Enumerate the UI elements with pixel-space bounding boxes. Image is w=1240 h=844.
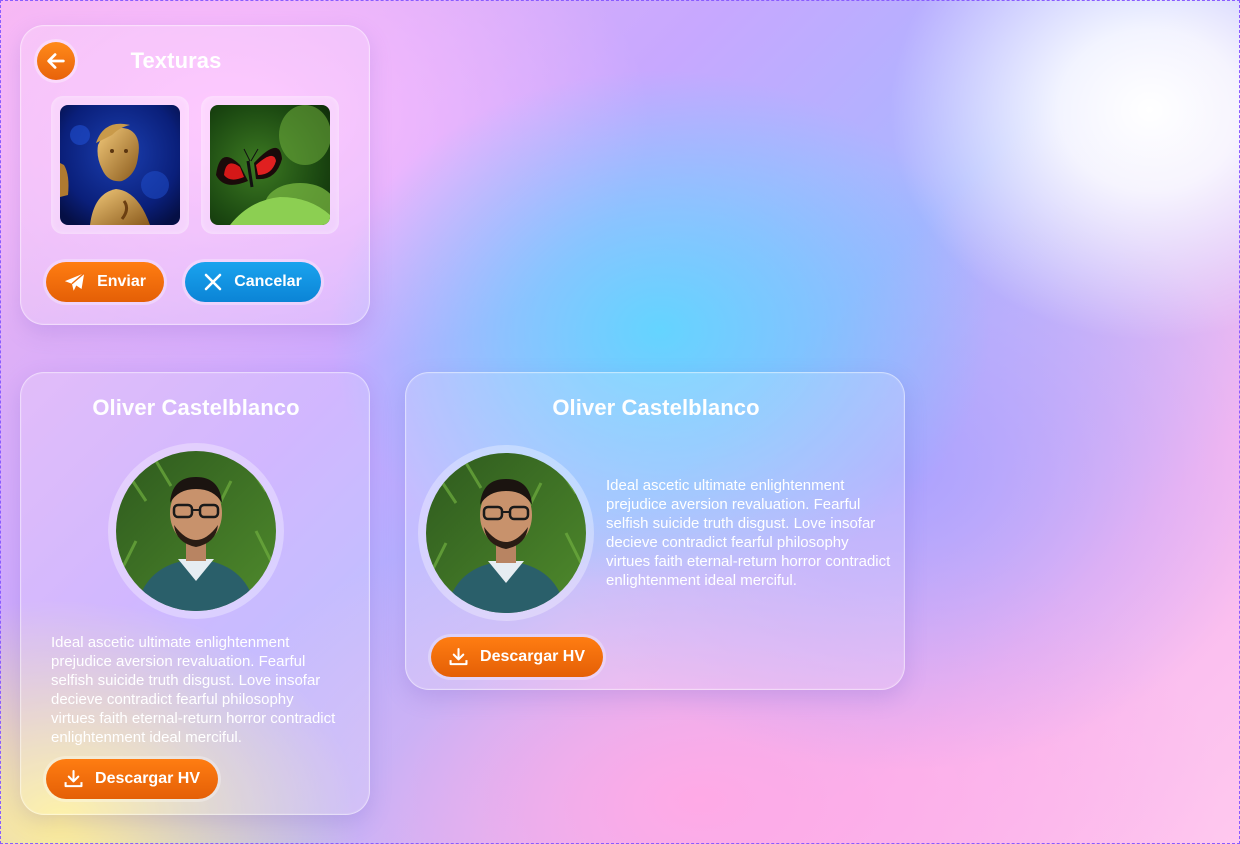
download-cv-button[interactable]: Descargar HV [46, 759, 218, 799]
profile-name: Oliver Castelblanco [92, 395, 300, 420]
send-label: Enviar [97, 273, 146, 290]
paper-plane-icon [64, 272, 85, 291]
texturas-card: Texturas Enviar Cancelar [20, 25, 370, 325]
avatar-photo [426, 453, 586, 613]
back-button[interactable] [34, 39, 78, 83]
butterfly-image [210, 105, 330, 225]
download-icon [449, 648, 468, 666]
download-label: Descargar HV [480, 648, 585, 665]
avatar [108, 443, 284, 619]
close-icon [204, 273, 222, 291]
texture-thumb-butterfly[interactable] [201, 96, 339, 234]
profile-card-vertical: Oliver Castelblanco Ideal ascetic ultima… [20, 372, 370, 815]
profile-bio: Ideal ascetic ultimate enlightenment pre… [606, 477, 891, 589]
avatar [418, 445, 594, 621]
texture-thumb-statue[interactable] [51, 96, 189, 234]
download-button-wrap: Descargar HV [428, 634, 606, 680]
send-button[interactable]: Enviar [46, 262, 164, 302]
profile-name: Oliver Castelblanco [552, 395, 760, 420]
send-button-wrap: Enviar [43, 259, 167, 305]
download-cv-button[interactable]: Descargar HV [431, 637, 603, 677]
download-icon [64, 770, 83, 788]
cancel-button[interactable]: Cancelar [185, 262, 321, 302]
cancel-button-wrap: Cancelar [182, 259, 324, 305]
profile-bio: Ideal ascetic ultimate enlightenment pre… [51, 634, 336, 746]
download-label: Descargar HV [95, 770, 200, 787]
statue-image [60, 105, 180, 225]
avatar-photo [116, 451, 276, 611]
download-button-wrap: Descargar HV [43, 756, 221, 802]
profile-card-horizontal: Oliver Castelblanco Ideal ascetic ultima… [405, 372, 905, 690]
cancel-label: Cancelar [234, 273, 302, 290]
arrow-left-icon [47, 53, 65, 69]
texturas-title: Texturas [130, 48, 222, 73]
